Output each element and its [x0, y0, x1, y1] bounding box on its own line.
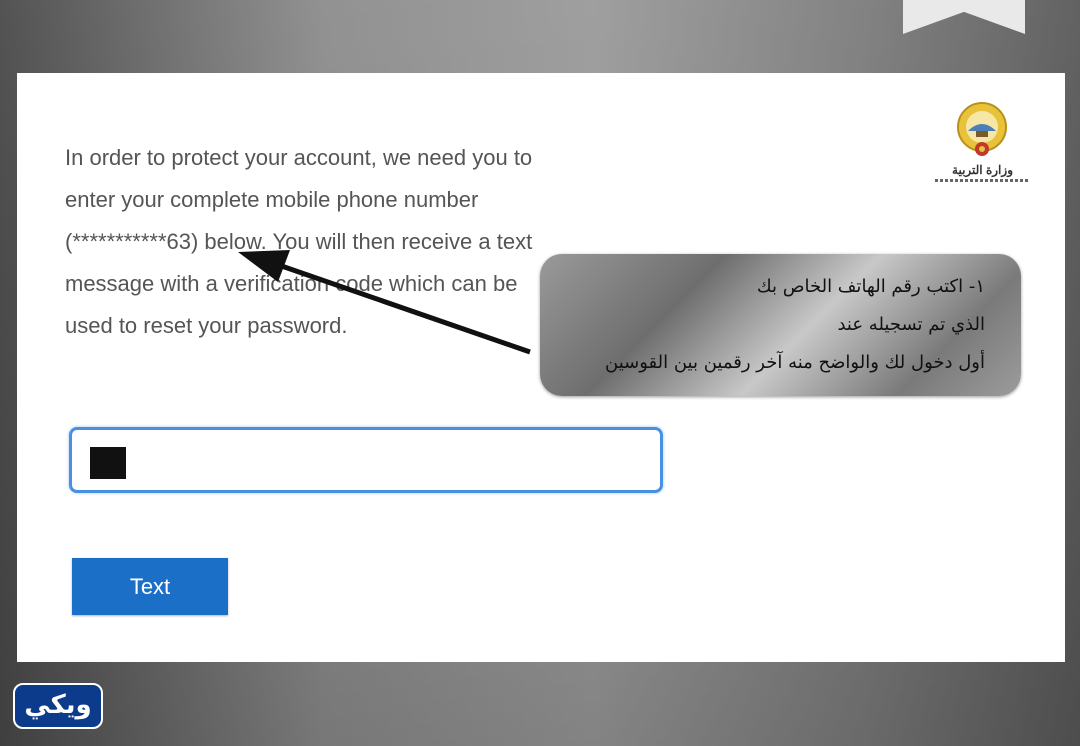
overlay-line-3: أول دخول لك والواضح منه آخر رقمين بين ال…	[605, 352, 985, 373]
arabic-instruction-overlay: ١- اكتب رقم الهاتف الخاص بك الذي تم تسجي…	[540, 254, 1021, 396]
instructions-line-2: enter your complete mobile phone number	[65, 187, 479, 212]
site-watermark: ويكي	[13, 683, 103, 729]
ministry-logo: وزارة التربية	[935, 101, 1030, 191]
overlay-line-1: ١- اكتب رقم الهاتف الخاص بك	[756, 276, 985, 297]
phone-number-input[interactable]	[72, 430, 660, 490]
logo-text: وزارة التربية	[952, 163, 1013, 177]
emblem-icon	[957, 102, 1007, 156]
overlay-line-2: الذي تم تسجيله عند	[837, 314, 985, 335]
phone-input-wrapper	[69, 427, 663, 493]
instructions-line-1: In order to protect your account, we nee…	[65, 145, 533, 170]
logo-subtext	[935, 179, 1030, 182]
send-text-button[interactable]: Text	[72, 558, 228, 615]
